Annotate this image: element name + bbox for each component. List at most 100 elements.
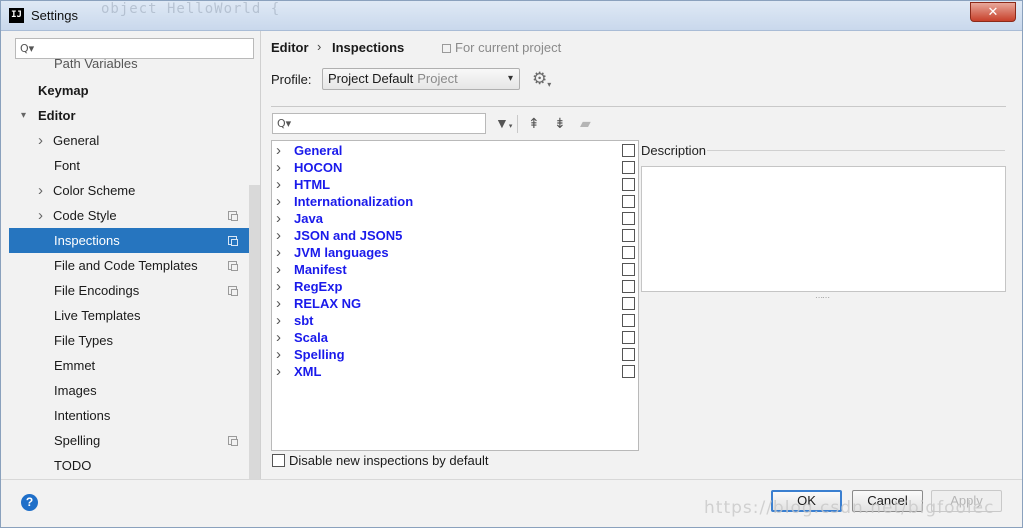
sidebar-item[interactable]: Images	[9, 378, 249, 403]
background-editor-text: object HelloWorld {	[101, 1, 281, 17]
inspection-group-checkbox[interactable]	[622, 331, 635, 344]
chevron-right-icon[interactable]: ›	[38, 203, 43, 228]
chevron-right-icon[interactable]: ›	[276, 142, 281, 159]
chevron-right-icon[interactable]: ›	[276, 346, 281, 363]
chevron-right-icon[interactable]: ›	[276, 312, 281, 329]
chevron-right-icon[interactable]: ›	[276, 244, 281, 261]
inspection-group-row[interactable]: › JVM languages	[272, 244, 638, 261]
inspection-group-row[interactable]: › Spelling	[272, 346, 638, 363]
inspection-group-row[interactable]: › JSON and JSON5	[272, 227, 638, 244]
sidebar-item[interactable]: File Types	[9, 328, 249, 353]
chevron-right-icon[interactable]: ›	[276, 227, 281, 244]
panel-divider[interactable]	[260, 31, 261, 479]
sidebar-item[interactable]: ▾ Editor	[9, 103, 249, 128]
inspection-group-row[interactable]: › HTML	[272, 176, 638, 193]
settings-tree[interactable]: Path Variables Keymap ▾ Editor › General Font ›…	[9, 59, 260, 479]
gear-icon[interactable]: ⚙▾	[532, 69, 551, 92]
inspection-group-row[interactable]: › General	[272, 142, 638, 159]
sidebar-item[interactable]: TODO	[9, 453, 249, 478]
sidebar-item[interactable]: › Code Style	[9, 203, 249, 228]
profile-value-scope: Project	[417, 71, 458, 86]
chevron-right-icon[interactable]: ›	[276, 159, 281, 176]
sidebar-item[interactable]: Spelling	[9, 428, 249, 453]
separator	[271, 106, 1006, 107]
chevron-right-icon[interactable]: ›	[276, 261, 281, 278]
chevron-right-icon[interactable]: ›	[276, 278, 281, 295]
profile-dropdown[interactable]: Project Default Project ▾	[322, 68, 520, 90]
inspection-group-checkbox[interactable]	[622, 161, 635, 174]
chevron-right-icon[interactable]: ›	[276, 210, 281, 227]
toolbar-separator	[517, 115, 518, 133]
expand-all-icon[interactable]: ⇞	[528, 114, 540, 132]
inspection-group-checkbox[interactable]	[622, 195, 635, 208]
inspection-group-checkbox[interactable]	[622, 144, 635, 157]
sidebar-item[interactable]: Keymap	[9, 78, 249, 103]
inspection-search-input[interactable]: Q▾	[272, 113, 486, 134]
sidebar-item[interactable]: Live Templates	[9, 303, 249, 328]
disable-new-inspections-label[interactable]: Disable new inspections by default	[289, 453, 488, 468]
inspection-group-row[interactable]: › RegExp	[272, 278, 638, 295]
reset-icon[interactable]: ▰	[580, 114, 591, 132]
inspection-group-checkbox[interactable]	[622, 263, 635, 276]
inspection-group-label: JVM languages	[294, 245, 389, 260]
sidebar-item-label: Path Variables	[54, 59, 138, 71]
close-button[interactable]: ✕	[970, 2, 1016, 22]
tree-scrollbar[interactable]	[249, 185, 260, 479]
settings-search-input[interactable]: Q▾	[15, 38, 254, 59]
sidebar-item[interactable]: Intentions	[9, 403, 249, 428]
disable-new-inspections-checkbox[interactable]	[272, 454, 285, 467]
sidebar-item[interactable]: › Color Scheme	[9, 178, 249, 203]
inspection-group-row[interactable]: › Scala	[272, 329, 638, 346]
inspection-group-label: JSON and JSON5	[294, 228, 403, 243]
sidebar-item-label: Editor	[38, 108, 76, 123]
inspection-group-row[interactable]: › Java	[272, 210, 638, 227]
sidebar-item[interactable]: Path Variables	[9, 59, 249, 72]
inspection-group-checkbox[interactable]	[622, 212, 635, 225]
inspection-group-row[interactable]: › Internationalization	[272, 193, 638, 210]
sidebar-item[interactable]: Emmet	[9, 353, 249, 378]
inspection-group-checkbox[interactable]	[622, 365, 635, 378]
sidebar-item[interactable]: File Encodings	[9, 278, 249, 303]
resize-grip-icon[interactable]: ⋯⋯	[815, 293, 830, 302]
sidebar-item[interactable]: Font	[9, 153, 249, 178]
collapse-all-icon[interactable]: ⇟	[554, 114, 566, 132]
inspection-group-label: XML	[294, 364, 322, 379]
chevron-right-icon[interactable]: ›	[38, 128, 43, 153]
inspection-group-checkbox[interactable]	[622, 229, 635, 242]
sidebar-item-label: Images	[54, 383, 97, 398]
sidebar-item-label: Intentions	[54, 408, 111, 423]
inspection-group-checkbox[interactable]	[622, 348, 635, 361]
project-scope-icon	[228, 211, 238, 221]
inspection-group-row[interactable]: › XML	[272, 363, 638, 380]
inspections-tree[interactable]: › General › HOCON › HTML › Internationalization…	[271, 140, 639, 451]
project-scope-icon	[228, 261, 238, 271]
inspection-group-row[interactable]: › Manifest	[272, 261, 638, 278]
inspection-group-checkbox[interactable]	[622, 178, 635, 191]
sidebar-item-label: Keymap	[38, 83, 89, 98]
search-icon: Q▾	[277, 117, 292, 130]
chevron-right-icon[interactable]: ›	[276, 176, 281, 193]
sidebar-item-label: File Encodings	[54, 283, 140, 298]
chevron-right-icon[interactable]: ›	[276, 329, 281, 346]
chevron-down-icon[interactable]: ▾	[21, 103, 26, 128]
description-label: Description	[641, 143, 707, 158]
inspection-group-checkbox[interactable]	[622, 246, 635, 259]
inspection-group-label: Scala	[294, 330, 328, 345]
chevron-right-icon[interactable]: ›	[276, 193, 281, 210]
chevron-right-icon[interactable]: ›	[276, 295, 281, 312]
filter-icon[interactable]: ▼▾	[495, 114, 512, 136]
title-bar[interactable]: IJ Settings object HelloWorld { ✕	[1, 1, 1022, 31]
inspection-group-row[interactable]: › sbt	[272, 312, 638, 329]
sidebar-item[interactable]: File and Code Templates	[9, 253, 249, 278]
inspection-group-row[interactable]: › RELAX NG	[272, 295, 638, 312]
inspection-group-row[interactable]: › HOCON	[272, 159, 638, 176]
sidebar-item[interactable]: Inspections	[9, 228, 249, 253]
help-icon[interactable]: ?	[21, 494, 38, 511]
inspection-group-checkbox[interactable]	[622, 297, 635, 310]
sidebar-item[interactable]: › General	[9, 128, 249, 153]
chevron-right-icon[interactable]: ›	[38, 178, 43, 203]
inspection-group-label: HTML	[294, 177, 331, 192]
inspection-group-checkbox[interactable]	[622, 314, 635, 327]
inspection-group-checkbox[interactable]	[622, 280, 635, 293]
chevron-right-icon[interactable]: ›	[276, 363, 281, 380]
